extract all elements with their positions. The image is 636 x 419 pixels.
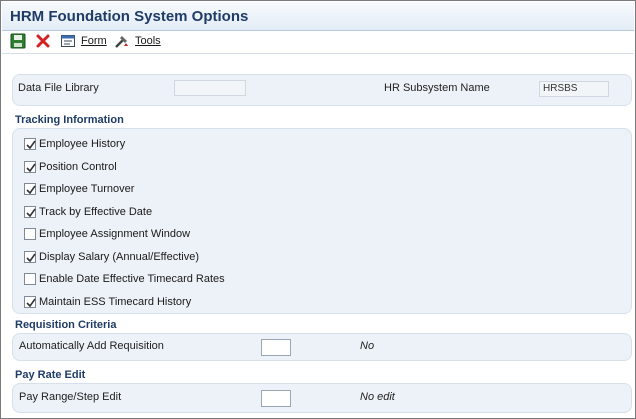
data-file-library-label: Data File Library [18, 82, 99, 94]
checkbox[interactable] [24, 138, 36, 150]
hr-subsystem-name-label: HR Subsystem Name [384, 82, 490, 94]
pay-range-step-edit-label: Pay Range/Step Edit [19, 391, 122, 403]
requisition-description: No [360, 340, 375, 352]
checkbox-label: Employee Assignment Window [39, 228, 191, 240]
checkbox[interactable] [24, 251, 36, 263]
checkbox-label: Employee History [39, 138, 126, 150]
pay-range-step-edit-input[interactable] [261, 390, 291, 407]
toolbar: Form Tools [2, 31, 634, 53]
form-icon[interactable] [60, 33, 76, 49]
tools-menu-button[interactable]: Tools [135, 35, 161, 47]
requisition-criteria-heading: Requisition Criteria [15, 319, 117, 331]
page-title: HRM Foundation System Options [10, 8, 249, 25]
hr-subsystem-name-field[interactable]: HRSBS [539, 81, 609, 97]
automatically-add-requisition-input[interactable] [261, 339, 291, 356]
tools-menu-label: Tools [135, 35, 161, 47]
automatically-add-requisition-label: Automatically Add Requisition [19, 340, 164, 352]
save-icon[interactable] [10, 33, 26, 49]
form-content: Data File Library HR Subsystem Name HRSB… [2, 53, 634, 417]
application-window: HRM Foundation System Options Form Tools… [0, 0, 636, 419]
checkbox[interactable] [24, 206, 36, 218]
form-menu-label: Form [81, 35, 107, 47]
checkbox-label: Track by Effective Date [39, 206, 153, 218]
checkbox[interactable] [24, 296, 36, 308]
data-file-library-field[interactable] [174, 80, 246, 96]
form-menu-button[interactable]: Form [81, 35, 107, 47]
checkbox[interactable] [24, 161, 36, 173]
checkbox[interactable] [24, 183, 36, 195]
checkbox[interactable] [24, 273, 36, 285]
pay-rate-edit-heading: Pay Rate Edit [15, 369, 86, 381]
tracking-information-panel [12, 128, 632, 314]
title-bar: HRM Foundation System Options [2, 2, 634, 31]
checkbox-label: Enable Date Effective Timecard Rates [39, 273, 225, 285]
pay-rate-description: No edit [360, 391, 395, 403]
checkbox-label: Maintain ESS Timecard History [39, 296, 192, 308]
checkbox-label: Display Salary (Annual/Effective) [39, 251, 199, 263]
checkbox[interactable] [24, 228, 36, 240]
checkbox-label: Position Control [39, 161, 117, 173]
close-icon[interactable] [35, 33, 51, 49]
tools-icon[interactable] [114, 33, 130, 49]
checkbox-label: Employee Turnover [39, 183, 135, 195]
tracking-information-heading: Tracking Information [15, 114, 124, 126]
